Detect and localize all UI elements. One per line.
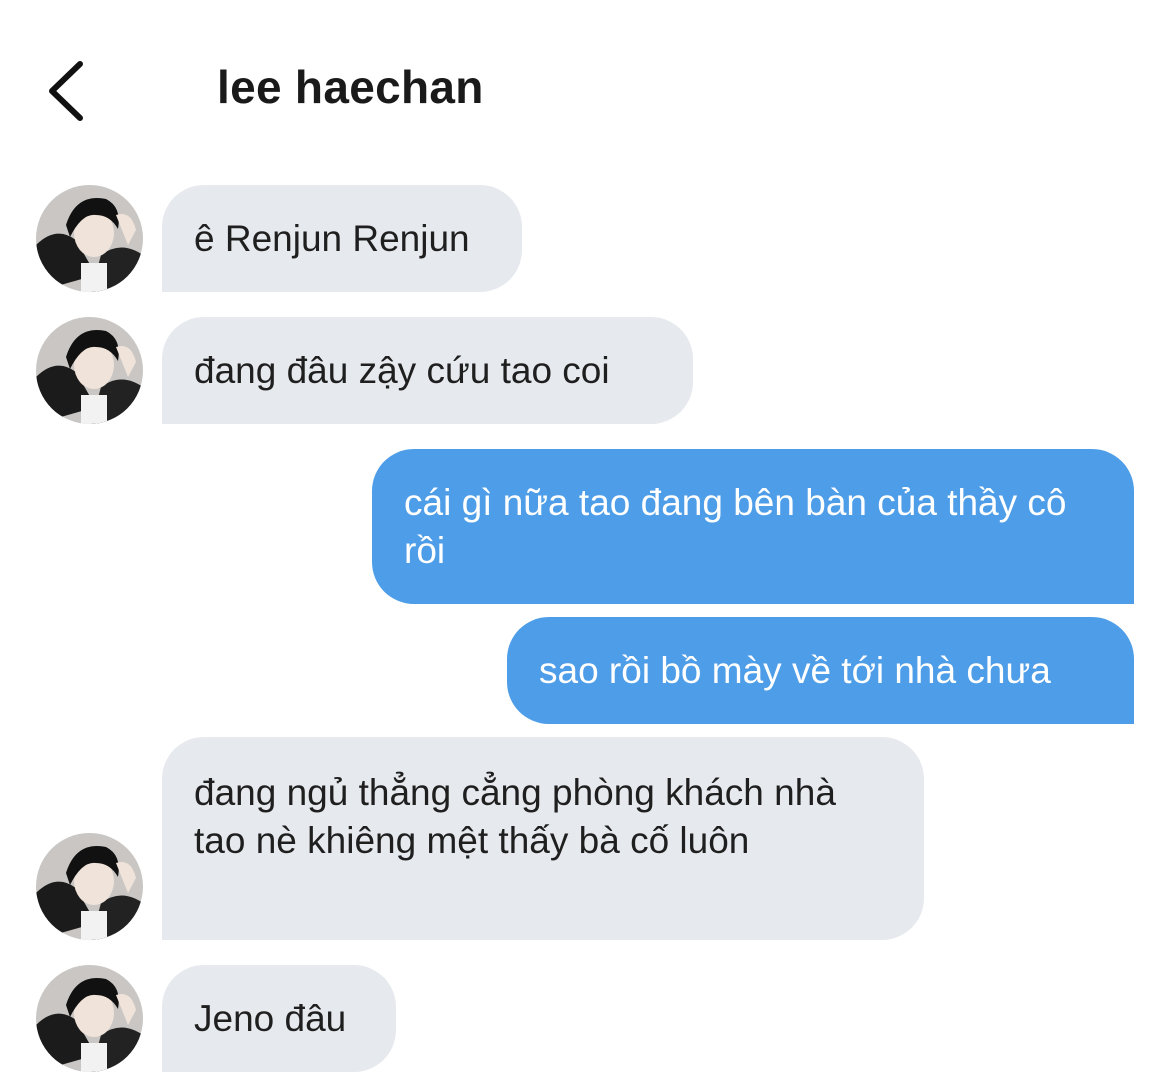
message-bubble-incoming[interactable]: đang ngủ thẳng cẳng phòng khách nhà tao … — [162, 737, 924, 940]
message-text: Jeno đâu — [194, 997, 347, 1039]
message-text: đang ngủ thẳng cẳng phòng khách nhà tao … — [194, 772, 836, 861]
avatar[interactable] — [36, 317, 143, 424]
chevron-left-icon — [49, 61, 83, 121]
chat-header: lee haechan — [0, 0, 1169, 160]
avatar[interactable] — [36, 185, 143, 292]
message-bubble-outgoing[interactable]: cái gì nữa tao đang bên bàn của thầy cô … — [372, 449, 1134, 604]
message-text: ê Renjun Renjun — [194, 217, 470, 259]
message-text: sao rồi bồ mày về tới nhà chưa — [539, 649, 1051, 691]
message-bubble-incoming[interactable]: ê Renjun Renjun — [162, 185, 522, 292]
message-text: cái gì nữa tao đang bên bàn của thầy cô … — [404, 482, 1067, 571]
message-bubble-incoming[interactable]: đang đâu zậy cứu tao coi — [162, 317, 693, 424]
message-text: đang đâu zậy cứu tao coi — [194, 349, 610, 391]
avatar[interactable] — [36, 833, 143, 940]
avatar[interactable] — [36, 965, 143, 1072]
back-button[interactable] — [40, 58, 100, 124]
message-bubble-incoming[interactable]: Jeno đâu — [162, 965, 396, 1072]
message-bubble-outgoing[interactable]: sao rồi bồ mày về tới nhà chưa — [507, 617, 1134, 724]
contact-name: lee haechan — [217, 61, 484, 113]
